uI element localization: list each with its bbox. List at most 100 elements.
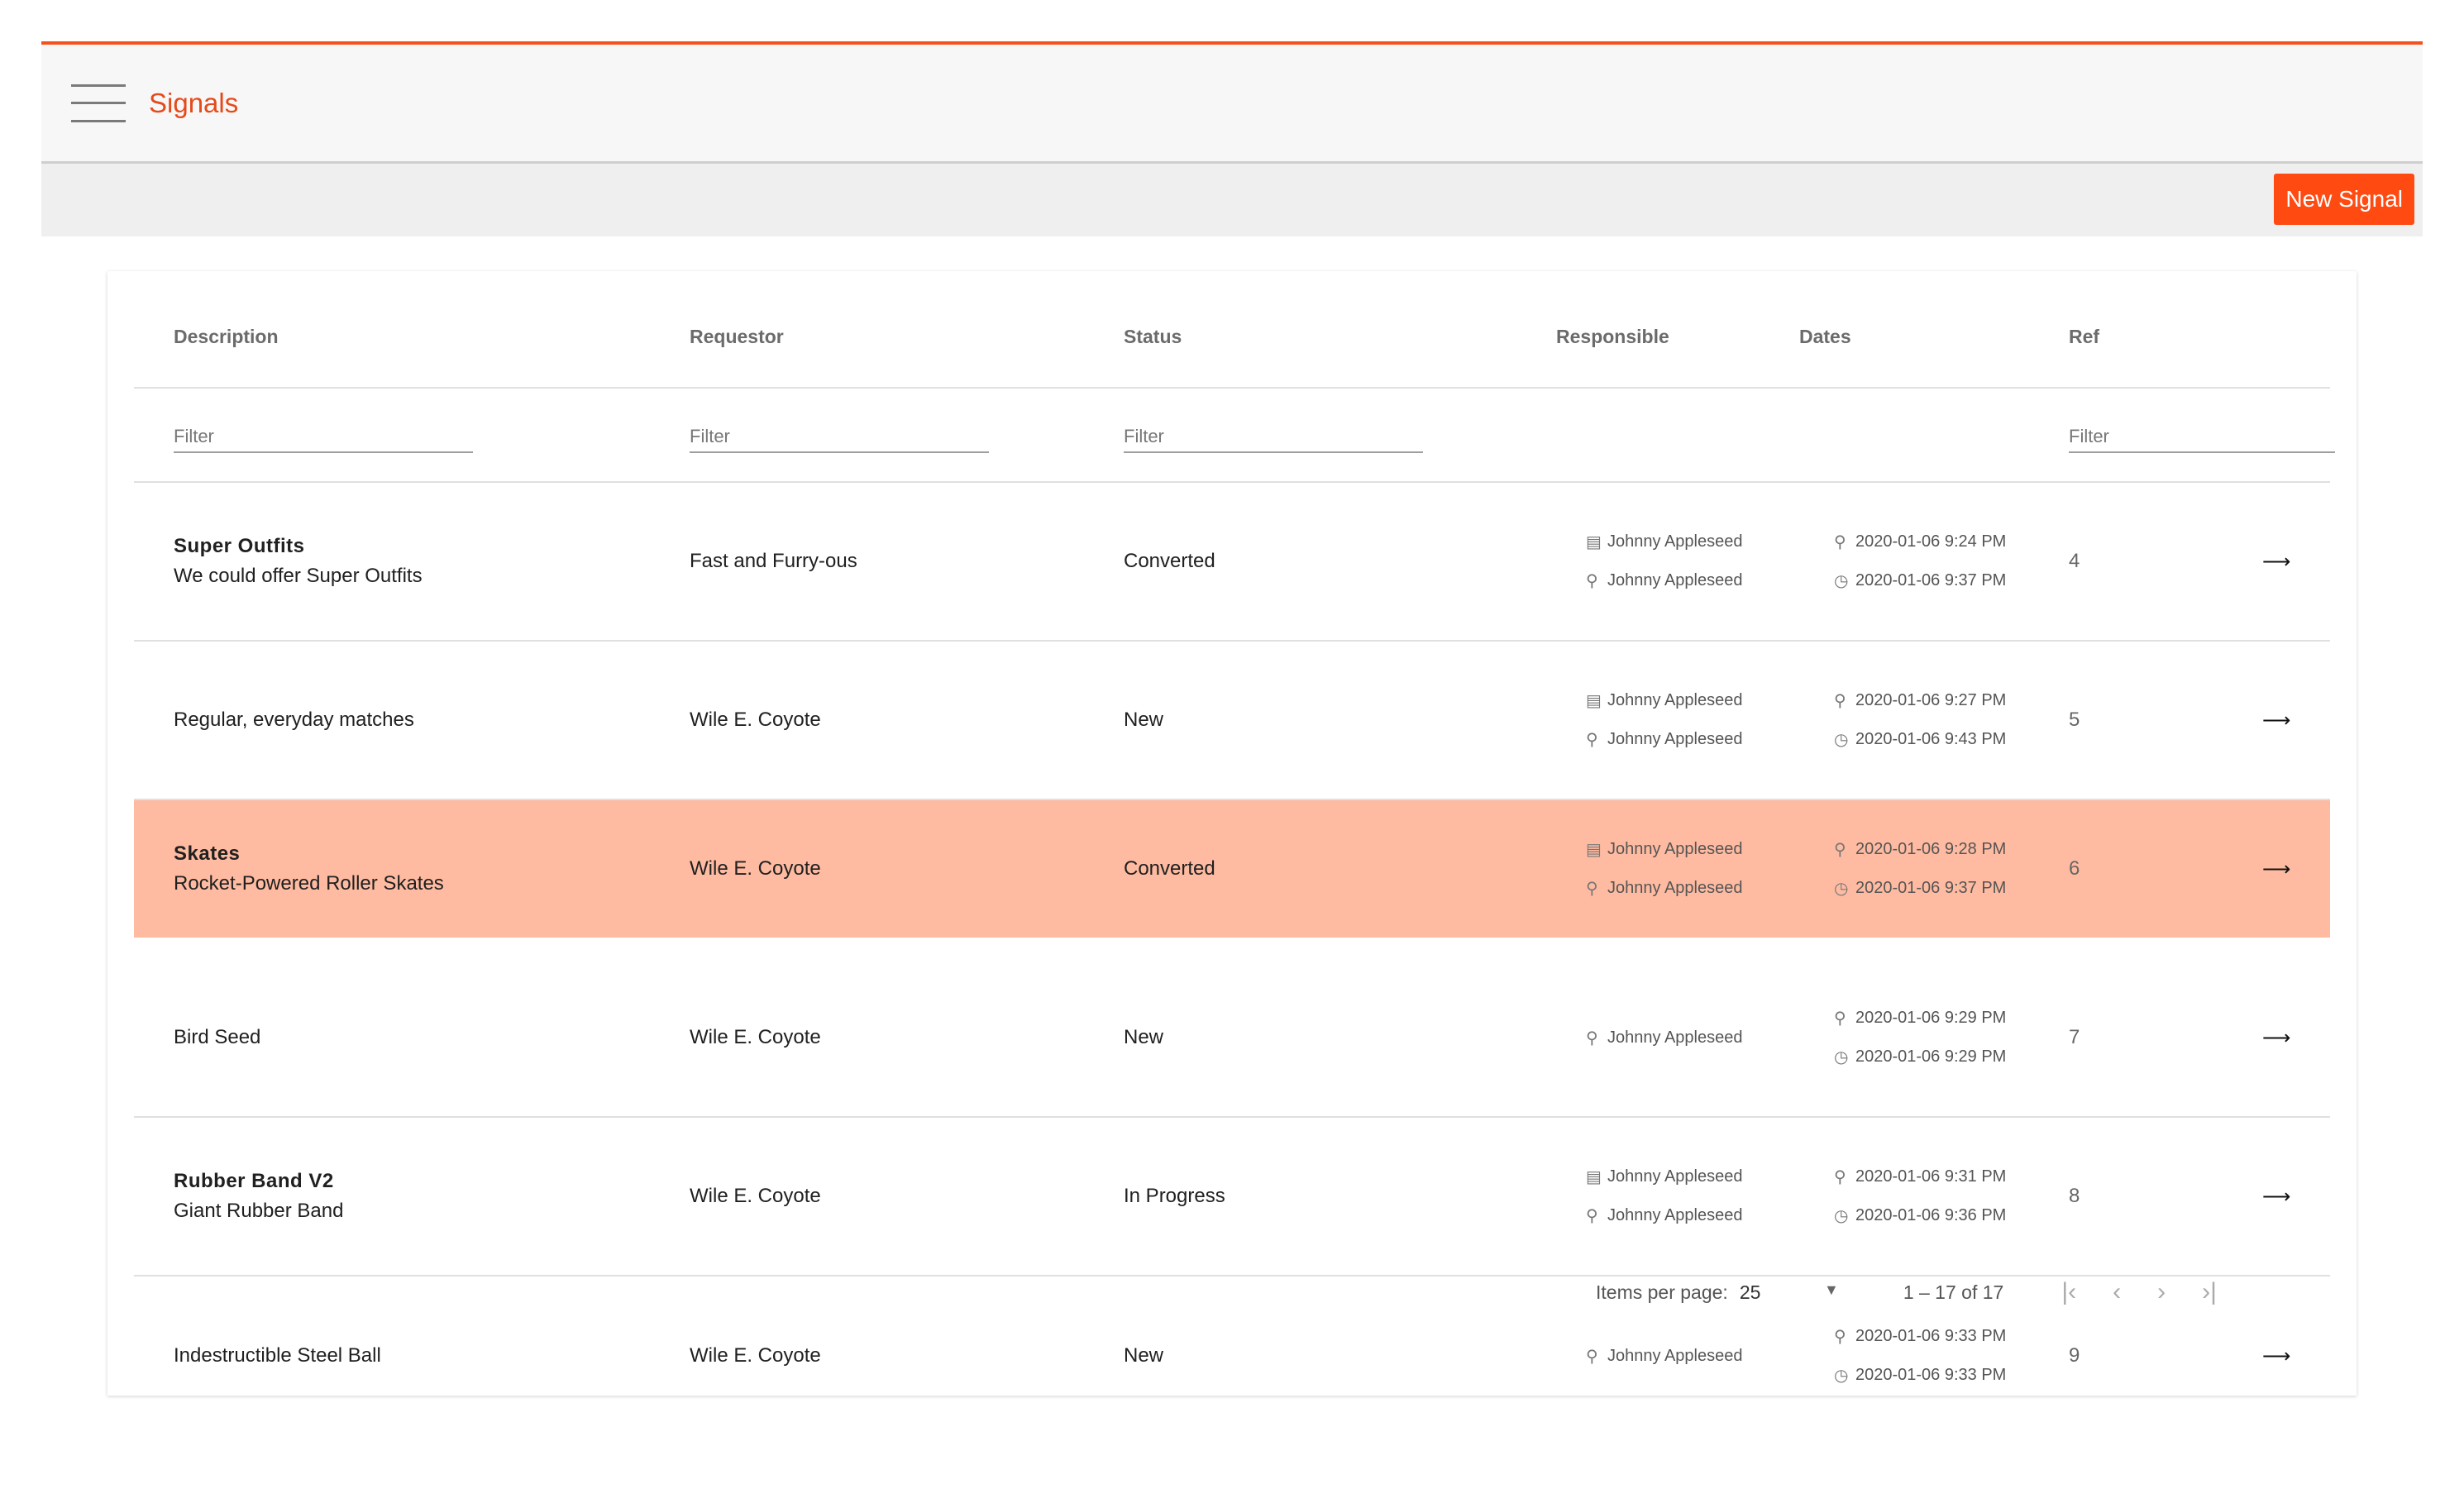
assignee-name: Johnny Appleseed (1607, 730, 1743, 748)
wrench-icon: ⚲ (1834, 841, 1846, 859)
dates-cell: ⚲ 2020-01-06 9:27 PM ◷ 2020-01-06 9:43 PM (1834, 642, 2006, 799)
ref-cell: 4 (2069, 550, 2080, 572)
previous-page-icon[interactable]: ‹ (2113, 1278, 2121, 1306)
signals-table-card: Description Requestor Status Responsible… (107, 271, 2357, 1396)
responsible-cell: ▤ Johnny Appleseed ⚲ Johnny Appleseed (1586, 800, 1742, 938)
responsible-cell: ⚲ Johnny Appleseed (1586, 959, 1742, 1116)
status-cell: In Progress (1124, 1185, 1225, 1207)
paginator: Items per page: 25 ▼ 1 – 17 of 17 |‹ ‹ ›… (1596, 1255, 2340, 1329)
clock-icon: ◷ (1834, 572, 1849, 590)
assignee-name: Johnny Appleseed (1607, 1346, 1743, 1365)
status-cell: New (1124, 1344, 1164, 1367)
status-cell: New (1124, 1026, 1164, 1048)
requestor-cell: Wile E. Coyote (690, 857, 821, 880)
next-page-icon[interactable]: › (2157, 1278, 2166, 1306)
requestor-cell: Wile E. Coyote (690, 1026, 821, 1048)
assignee-name: Johnny Appleseed (1607, 1206, 1743, 1224)
clock-icon: ◷ (1834, 1207, 1849, 1225)
clipboard-icon: ▤ (1586, 692, 1602, 710)
updated-date: 2020-01-06 9:29 PM (1855, 1047, 2007, 1066)
wrench-icon: ⚲ (1834, 533, 1846, 551)
wrench-icon: ⚲ (1586, 1347, 1598, 1366)
owner-name: Johnny Appleseed (1607, 840, 1743, 858)
created-date: 2020-01-06 9:28 PM (1855, 840, 2007, 858)
header-description[interactable]: Description (174, 326, 279, 348)
hamburger-icon[interactable] (71, 84, 126, 122)
arrow-right-icon[interactable]: ⟶ (2262, 959, 2290, 1116)
description-cell: Super Outfits We could offer Super Outfit… (174, 483, 423, 640)
wrench-icon: ⚲ (1586, 572, 1598, 590)
status-cell: Converted (1124, 550, 1215, 572)
clock-icon: ◷ (1834, 880, 1849, 898)
arrow-right-icon[interactable]: ⟶ (2262, 642, 2290, 799)
page-size-select[interactable]: 25 ▼ (1740, 1281, 1839, 1304)
last-page-icon[interactable]: ›| (2202, 1278, 2217, 1306)
arrow-right-icon[interactable]: ⟶ (2262, 800, 2290, 938)
responsible-cell: ▤ Johnny Appleseed ⚲ Johnny Appleseed (1586, 483, 1742, 640)
updated-date: 2020-01-06 9:36 PM (1855, 1206, 2007, 1224)
updated-date: 2020-01-06 9:43 PM (1855, 730, 2007, 748)
ref-cell: 6 (2069, 857, 2080, 880)
assignee-name: Johnny Appleseed (1607, 1028, 1743, 1047)
status-filter-input[interactable] (1124, 422, 1423, 453)
wrench-icon: ⚲ (1586, 1207, 1598, 1225)
created-date: 2020-01-06 9:24 PM (1855, 532, 2007, 551)
signal-title: Rubber Band V2 (174, 1170, 334, 1192)
created-date: 2020-01-06 9:27 PM (1855, 691, 2007, 709)
table-row[interactable]: Regular, everyday matches Wile E. Coyote N… (134, 642, 2330, 800)
table-row[interactable]: Super Outfits We could offer Super Outfit… (134, 483, 2330, 642)
signal-title: Super Outfits (174, 535, 305, 557)
clipboard-icon: ▤ (1586, 533, 1602, 551)
requestor-cell: Wile E. Coyote (690, 709, 821, 731)
clock-icon: ◷ (1834, 731, 1849, 749)
first-page-icon[interactable]: |‹ (2061, 1278, 2076, 1306)
arrow-right-icon[interactable]: ⟶ (2262, 1118, 2290, 1275)
assignee-name: Johnny Appleseed (1607, 571, 1743, 589)
header-responsible[interactable]: Responsible (1556, 326, 1669, 348)
new-signal-button[interactable]: New Signal (2274, 174, 2414, 225)
arrow-right-icon[interactable]: ⟶ (2262, 483, 2290, 640)
filter-row (134, 389, 2335, 483)
dropdown-arrow-icon: ▼ (1823, 1281, 1839, 1298)
table-row[interactable]: Bird Seed Wile E. Coyote New ⚲ Johnny Apples… (134, 959, 2330, 1118)
dates-cell: ⚲ 2020-01-06 9:29 PM ◷ 2020-01-06 9:29 PM (1834, 959, 2006, 1116)
page-range-label: 1 – 17 of 17 (1903, 1281, 2004, 1303)
signal-description: Regular, everyday matches (174, 709, 414, 731)
app-title: Signals (149, 87, 239, 118)
dates-cell: ⚲ 2020-01-06 9:31 PM ◷ 2020-01-06 9:36 PM (1834, 1118, 2006, 1275)
updated-date: 2020-01-06 9:37 PM (1855, 879, 2007, 897)
table-row[interactable]: Skates Rocket-Powered Roller Skates Wile E… (134, 800, 2330, 938)
created-date: 2020-01-06 9:31 PM (1855, 1167, 2007, 1186)
created-date: 2020-01-06 9:29 PM (1855, 1009, 2007, 1027)
assignee-name: Johnny Appleseed (1607, 879, 1743, 897)
ref-cell: 8 (2069, 1185, 2080, 1207)
table-header-row: Description Requestor Status Responsible… (134, 271, 2330, 389)
table-row[interactable]: Rubber Band V2 Giant Rubber Band Wile E. C… (134, 1118, 2330, 1277)
dates-cell: ⚲ 2020-01-06 9:28 PM ◷ 2020-01-06 9:37 PM (1834, 800, 2006, 938)
signal-description: Rocket-Powered Roller Skates (174, 872, 444, 895)
description-cell: Indestructible Steel Ball (174, 1277, 381, 1435)
owner-name: Johnny Appleseed (1607, 691, 1743, 709)
wrench-icon: ⚲ (1834, 1009, 1846, 1028)
clock-icon: ◷ (1834, 1367, 1849, 1385)
description-filter-input[interactable] (174, 422, 473, 453)
owner-name: Johnny Appleseed (1607, 532, 1743, 551)
header-dates[interactable]: Dates (1799, 326, 1851, 348)
header-requestor[interactable]: Requestor (690, 326, 784, 348)
ref-cell: 5 (2069, 709, 2080, 731)
wrench-icon: ⚲ (1586, 731, 1598, 749)
requestor-filter-input[interactable] (690, 422, 989, 453)
requestor-cell: Wile E. Coyote (690, 1344, 821, 1367)
status-cell: Converted (1124, 857, 1215, 880)
header-status[interactable]: Status (1124, 326, 1182, 348)
signal-description: We could offer Super Outfits (174, 565, 423, 587)
updated-date: 2020-01-06 9:37 PM (1855, 571, 2007, 589)
page-size-value: 25 (1739, 1281, 1761, 1303)
header-ref[interactable]: Ref (2069, 326, 2099, 348)
ref-filter-input[interactable] (2069, 422, 2335, 453)
description-cell: Rubber Band V2 Giant Rubber Band (174, 1118, 343, 1275)
signal-title: Skates (174, 842, 241, 865)
description-cell: Skates Rocket-Powered Roller Skates (174, 800, 444, 938)
dates-cell: ⚲ 2020-01-06 9:24 PM ◷ 2020-01-06 9:37 PM (1834, 483, 2006, 640)
owner-name: Johnny Appleseed (1607, 1167, 1743, 1186)
